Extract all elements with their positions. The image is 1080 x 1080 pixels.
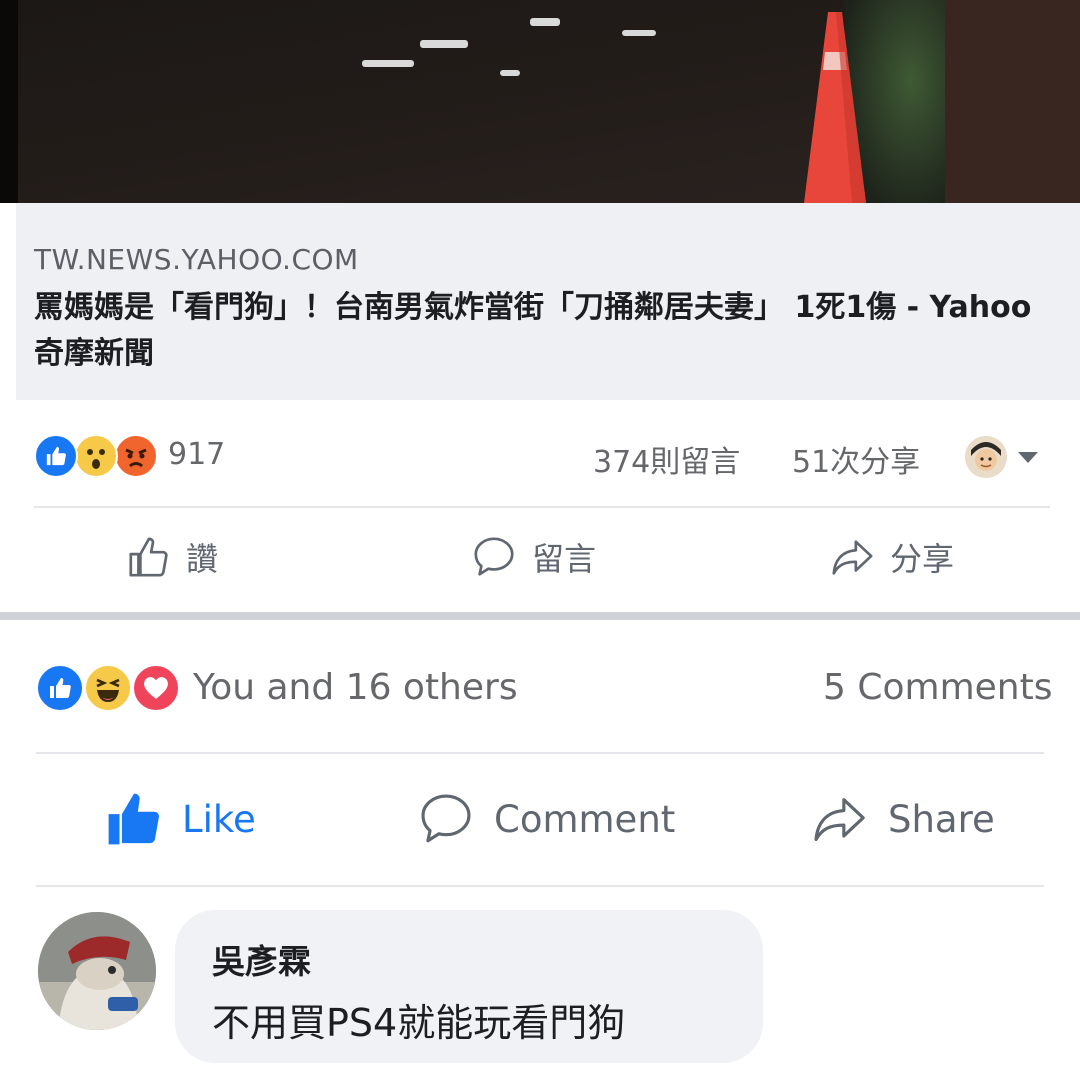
photo-brick-wall <box>945 0 1080 203</box>
thumbs-up-outline-icon <box>129 537 168 577</box>
share-arrow-icon <box>814 798 865 842</box>
comment-count[interactable]: 374則留言 <box>593 437 740 481</box>
like-label: 讚 <box>186 540 219 578</box>
photo-litter <box>420 40 468 48</box>
divider <box>36 885 1044 887</box>
haha-icon <box>84 664 132 712</box>
photo-litter <box>622 30 656 36</box>
comment-text: 不用買PS4就能玩看門狗 <box>212 1001 626 1045</box>
share-button-zh[interactable]: 分享 <box>828 534 954 580</box>
angry-icon <box>114 434 158 478</box>
comment-bubble-icon <box>474 537 514 576</box>
reaction-icons[interactable] <box>36 664 186 712</box>
reaction-icons[interactable] <box>34 434 164 478</box>
article-photo[interactable] <box>0 0 1080 203</box>
love-icon <box>132 664 180 712</box>
like-icon <box>34 434 78 478</box>
like-icon <box>36 664 84 712</box>
like-button[interactable]: Like <box>104 790 256 848</box>
share-arrow-icon <box>832 540 873 575</box>
comment-count[interactable]: 5 Comments <box>823 667 1052 708</box>
share-label: 分享 <box>890 540 955 578</box>
like-label: Like <box>182 797 256 841</box>
link-title[interactable]: 罵媽媽是「看門狗」！台南男氣炸當街「刀捅鄰居夫妻」 1死1傷 - Yahoo奇摩… <box>34 285 1054 377</box>
like-button-zh[interactable]: 讚 <box>126 534 218 580</box>
commenter-avatar[interactable] <box>38 912 156 1030</box>
wow-icon <box>74 434 118 478</box>
reaction-count[interactable]: 917 <box>168 437 225 472</box>
thumbs-up-filled-icon <box>108 793 159 845</box>
share-button[interactable]: Share <box>808 790 995 848</box>
reaction-summary[interactable]: You and 16 others <box>193 667 518 708</box>
commenter-name[interactable]: 吳彥霖 <box>212 935 311 983</box>
photo-wall <box>0 0 18 203</box>
photo-litter <box>362 60 414 67</box>
comment-label: 留言 <box>532 540 597 578</box>
link-domain: TW.NEWS.YAHOO.COM <box>34 243 359 276</box>
comment-button-zh[interactable]: 留言 <box>470 534 596 580</box>
divider <box>34 506 1050 508</box>
photo-litter <box>500 70 520 76</box>
section-separator <box>0 612 1080 620</box>
comment-label: Comment <box>494 797 676 841</box>
divider <box>36 752 1044 754</box>
photo-litter <box>530 18 560 26</box>
comment-button[interactable]: Comment <box>416 790 675 848</box>
traffic-cone <box>804 12 866 203</box>
share-count[interactable]: 51次分享 <box>792 437 920 481</box>
comment-bubble-icon <box>421 794 471 843</box>
page-selector-avatar[interactable] <box>965 436 1007 478</box>
share-label: Share <box>888 797 995 841</box>
chevron-down-icon[interactable] <box>1018 452 1038 463</box>
